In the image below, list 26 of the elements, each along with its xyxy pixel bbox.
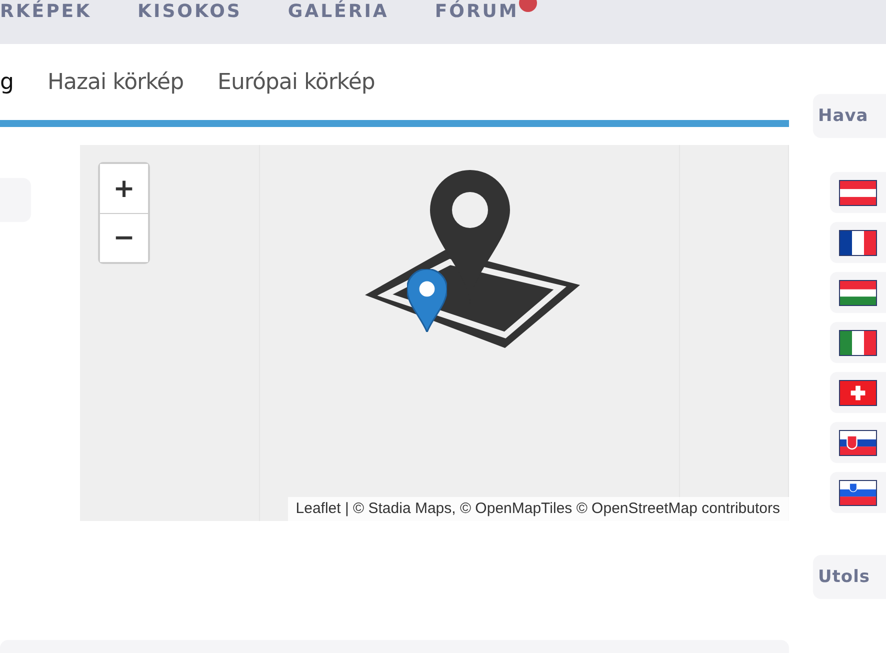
country-item[interactable] [830, 172, 886, 213]
country-item[interactable] [830, 272, 886, 313]
nav-link[interactable]: GALÉRIA [288, 0, 389, 24]
tab[interactable]: g [0, 70, 14, 94]
tab[interactable]: Európai körkép [218, 70, 375, 94]
flag-icon [839, 230, 877, 256]
nav-link[interactable]: KISOKOS [138, 0, 242, 24]
nav-link[interactable]: RKÉPEK [0, 0, 92, 24]
country-item[interactable] [830, 222, 886, 263]
zoom-out-button[interactable]: − [100, 213, 148, 262]
tab[interactable]: Hazai körkép [47, 70, 184, 94]
country-item[interactable] [830, 322, 886, 363]
section-heading: Hava [813, 94, 886, 138]
flag-icon [839, 430, 877, 456]
flag-icon [839, 280, 877, 306]
map-marker-icon[interactable] [407, 269, 447, 332]
flag-icon [839, 480, 877, 506]
flag-icon [839, 180, 877, 206]
section-heading: Utols [813, 555, 886, 599]
country-item[interactable] [830, 472, 886, 513]
nav-link[interactable]: FÓRUM [434, 0, 537, 24]
flag-icon [839, 380, 877, 406]
country-item[interactable] [830, 372, 886, 413]
country-item[interactable] [830, 422, 886, 463]
map-attribution: Leaflet | © Stadia Maps, © OpenMapTiles © OpenStreetMap contributors [288, 497, 789, 521]
flag-icon [839, 330, 877, 356]
